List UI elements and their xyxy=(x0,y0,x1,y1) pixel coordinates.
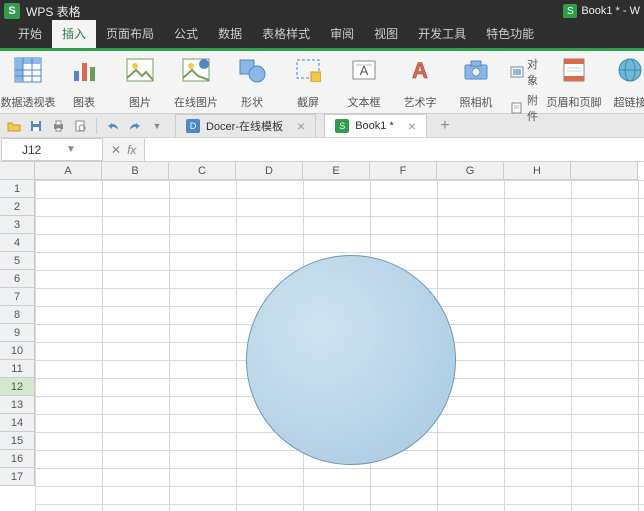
row-header[interactable]: 6 xyxy=(0,270,35,288)
attach-icon xyxy=(510,101,524,115)
online-picture-button[interactable]: 在线图片 xyxy=(168,54,224,110)
menu-tab-1[interactable]: 插入 xyxy=(52,20,96,48)
cancel-icon[interactable]: ✕ xyxy=(111,143,121,157)
hyperlink-icon xyxy=(617,54,643,86)
menu-tab-2[interactable]: 页面布局 xyxy=(96,20,164,48)
spreadsheet-grid[interactable]: ABCDEFGH 1234567891011121314151617 stem.… xyxy=(0,162,644,511)
docer-icon: D xyxy=(186,119,200,133)
textbox-button[interactable]: A 文本框 xyxy=(336,54,392,110)
save-button[interactable] xyxy=(26,116,46,136)
row-header[interactable]: 7 xyxy=(0,288,35,306)
menu-tab-7[interactable]: 视图 xyxy=(364,20,408,48)
menu-tab-9[interactable]: 特色功能 xyxy=(476,20,544,48)
row-header[interactable]: 4 xyxy=(0,234,35,252)
wordart-button[interactable]: A 艺术字 xyxy=(392,54,448,110)
tab-docer[interactable]: D Docer-在线模板 × xyxy=(175,114,316,137)
row-header[interactable]: 5 xyxy=(0,252,35,270)
print-preview-button[interactable] xyxy=(70,116,90,136)
pivot-icon xyxy=(14,54,42,86)
camera-button[interactable]: 照相机 xyxy=(448,54,504,110)
title-doc-name: Book1 * - W xyxy=(581,5,640,17)
col-header[interactable]: G xyxy=(437,162,504,180)
row-header[interactable]: 17 xyxy=(0,468,35,486)
header-footer-icon xyxy=(562,54,586,86)
chevron-down-icon[interactable]: ▼ xyxy=(52,144,96,155)
ribbon: 数据透视表 图表 图片 在线图片 形状 xyxy=(0,48,644,114)
select-all-corner[interactable] xyxy=(0,162,35,180)
tab-book1[interactable]: S Book1 * × xyxy=(324,114,427,137)
menu-tab-8[interactable]: 开发工具 xyxy=(408,20,476,48)
new-tab-button[interactable]: + xyxy=(435,116,455,136)
row-header[interactable]: 8 xyxy=(0,306,35,324)
menu-tab-0[interactable]: 开始 xyxy=(8,20,52,48)
online-picture-icon xyxy=(182,54,210,86)
object-icon xyxy=(510,65,524,79)
screenshot-icon xyxy=(295,54,321,86)
title-doc: S Book1 * - W xyxy=(563,4,640,18)
row-header[interactable]: 16 xyxy=(0,450,35,468)
menu-tab-6[interactable]: 审阅 xyxy=(320,20,364,48)
circle-shape[interactable] xyxy=(246,255,456,465)
chart-icon xyxy=(71,54,97,86)
row-header[interactable]: 3 xyxy=(0,216,35,234)
col-header[interactable]: B xyxy=(102,162,169,180)
menu-bar: 开始插入页面布局公式数据表格样式审阅视图开发工具特色功能 xyxy=(0,22,644,48)
object-button[interactable]: 对象 xyxy=(510,56,540,88)
sheet-icon: S xyxy=(335,119,349,133)
chart-button[interactable]: 图表 xyxy=(56,54,112,110)
title-bar: S WPS 表格 S Book1 * - W xyxy=(0,0,644,22)
pivot-table-button[interactable]: 数据透视表 xyxy=(0,54,56,110)
col-header[interactable]: C xyxy=(169,162,236,180)
row-header[interactable]: 2 xyxy=(0,198,35,216)
svg-text:A: A xyxy=(412,58,428,82)
formula-bar: J12 ▼ ✕ fx xyxy=(0,138,644,162)
menu-tab-4[interactable]: 数据 xyxy=(208,20,252,48)
attach-button[interactable]: 附件 xyxy=(510,92,540,124)
row-header[interactable]: 14 xyxy=(0,414,35,432)
col-header[interactable] xyxy=(571,162,638,180)
print-button[interactable] xyxy=(48,116,68,136)
picture-icon xyxy=(126,54,154,86)
menu-tab-5[interactable]: 表格样式 xyxy=(252,20,320,48)
shape-button[interactable]: 形状 xyxy=(224,54,280,110)
column-headers: ABCDEFGH xyxy=(35,162,644,180)
row-header[interactable]: 1 xyxy=(0,180,35,198)
open-button[interactable] xyxy=(4,116,24,136)
close-icon[interactable]: × xyxy=(297,118,305,134)
wordart-icon: A xyxy=(408,54,432,86)
row-header[interactable]: 13 xyxy=(0,396,35,414)
row-header[interactable]: 12 xyxy=(0,378,35,396)
formula-input[interactable] xyxy=(144,138,644,161)
hyperlink-button[interactable]: 超链接 xyxy=(602,54,644,110)
col-header[interactable]: E xyxy=(303,162,370,180)
doc-icon: S xyxy=(563,4,577,18)
textbox-icon: A xyxy=(351,54,377,86)
camera-icon xyxy=(463,54,489,86)
picture-button[interactable]: 图片 xyxy=(112,54,168,110)
cells-area[interactable]: stem.com xyxy=(35,180,644,511)
row-header[interactable]: 9 xyxy=(0,324,35,342)
header-footer-button[interactable]: 页眉和页脚 xyxy=(546,54,602,110)
qat-dropdown[interactable]: ▼ xyxy=(147,116,167,136)
row-header[interactable]: 11 xyxy=(0,360,35,378)
menu-tab-3[interactable]: 公式 xyxy=(164,20,208,48)
redo-button[interactable] xyxy=(125,116,145,136)
col-header[interactable]: D xyxy=(236,162,303,180)
fx-icon[interactable]: fx xyxy=(127,143,136,157)
quick-access-bar: ▼ D Docer-在线模板 × S Book1 * × + xyxy=(0,114,644,138)
shape-icon xyxy=(238,54,266,86)
app-logo-icon: S xyxy=(4,3,20,19)
row-header[interactable]: 10 xyxy=(0,342,35,360)
col-header[interactable]: F xyxy=(370,162,437,180)
screenshot-button[interactable]: 截屏 xyxy=(280,54,336,110)
row-headers: 1234567891011121314151617 xyxy=(0,180,35,486)
name-box[interactable]: J12 ▼ xyxy=(1,138,103,161)
close-icon[interactable]: × xyxy=(408,118,416,134)
col-header[interactable]: H xyxy=(504,162,571,180)
col-header[interactable]: A xyxy=(35,162,102,180)
undo-button[interactable] xyxy=(103,116,123,136)
app-title: WPS 表格 xyxy=(26,3,81,20)
row-header[interactable]: 15 xyxy=(0,432,35,450)
